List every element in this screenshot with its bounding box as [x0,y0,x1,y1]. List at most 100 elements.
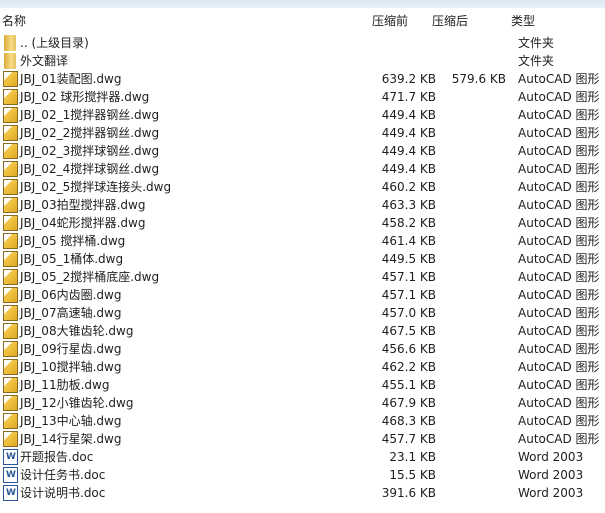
file-type: AutoCAD 图形 [518,234,600,248]
file-name: JBJ_12小锥齿轮.dwg [20,396,134,410]
file-name: JBJ_02_1搅拌器钢丝.dwg [20,108,160,122]
dwg-icon [3,431,18,447]
file-row[interactable]: JBJ_06内齿圈.dwg 457.1 KB AutoCAD 图形 [0,286,605,304]
dwg-icon [3,71,18,87]
size-before: 449.5 KB [381,252,436,266]
size-before: 457.1 KB [381,270,436,284]
file-type: AutoCAD 图形 [518,360,600,374]
dwg-icon [3,323,18,339]
size-before: 457.7 KB [381,432,436,446]
doc-icon [3,485,18,501]
file-row[interactable]: JBJ_13中心轴.dwg 468.3 KB AutoCAD 图形 [0,412,605,430]
file-type: AutoCAD 图形 [518,378,600,392]
file-name: 设计说明书.doc [20,486,106,500]
file-row[interactable]: JBJ_02_5搅拌球连接头.dwg 460.2 KB AutoCAD 图形 [0,178,605,196]
file-row[interactable]: JBJ_04蛇形搅拌器.dwg 458.2 KB AutoCAD 图形 [0,214,605,232]
file-row[interactable]: JBJ_02 球形搅拌器.dwg 471.7 KB AutoCAD 图形 [0,88,605,106]
file-type: AutoCAD 图形 [518,324,600,338]
file-type: 文件夹 [518,36,555,50]
size-before: 15.5 KB [389,468,436,482]
file-name: JBJ_07高速轴.dwg [20,306,122,320]
file-name: JBJ_01装配图.dwg [20,72,122,86]
file-name: JBJ_06内齿圈.dwg [20,288,122,302]
dwg-icon [3,269,18,285]
dwg-icon [3,377,18,393]
file-row[interactable]: JBJ_03拍型搅拌器.dwg 463.3 KB AutoCAD 图形 [0,196,605,214]
file-type: AutoCAD 图形 [518,72,600,86]
column-size-before[interactable]: 压缩前 [372,12,408,29]
size-before: 457.0 KB [381,306,436,320]
size-before: 471.7 KB [381,90,436,104]
size-before: 449.4 KB [381,108,436,122]
dwg-icon [3,359,18,375]
file-row[interactable]: JBJ_08大锥齿轮.dwg 467.5 KB AutoCAD 图形 [0,322,605,340]
file-row[interactable]: JBJ_05_2搅拌桶底座.dwg 457.1 KB AutoCAD 图形 [0,268,605,286]
file-type: AutoCAD 图形 [518,414,600,428]
file-row[interactable]: 外文翻译 文件夹 [0,52,605,70]
file-name: JBJ_11肋板.dwg [20,378,110,392]
file-type: Word 2003 [518,450,584,464]
size-before: 468.3 KB [381,414,436,428]
file-row[interactable]: JBJ_02_2搅拌器钢丝.dwg 449.4 KB AutoCAD 图形 [0,124,605,142]
file-name: JBJ_05_2搅拌桶底座.dwg [20,270,160,284]
size-before: 449.4 KB [381,144,436,158]
file-row[interactable]: 设计说明书.doc 391.6 KB Word 2003 [0,484,605,502]
file-type: AutoCAD 图形 [518,252,600,266]
file-name: JBJ_02 球形搅拌器.dwg [20,90,150,104]
doc-icon [3,467,18,483]
size-before: 455.1 KB [381,378,436,392]
file-name: JBJ_02_4搅拌球钢丝.dwg [20,162,160,176]
file-name: JBJ_10搅拌轴.dwg [20,360,122,374]
file-row[interactable]: JBJ_02_1搅拌器钢丝.dwg 449.4 KB AutoCAD 图形 [0,106,605,124]
size-before: 460.2 KB [381,180,436,194]
file-type: Word 2003 [518,486,584,500]
file-row[interactable]: JBJ_12小锥齿轮.dwg 467.9 KB AutoCAD 图形 [0,394,605,412]
dwg-icon [3,197,18,213]
file-row[interactable]: JBJ_07高速轴.dwg 457.0 KB AutoCAD 图形 [0,304,605,322]
file-row[interactable]: JBJ_10搅拌轴.dwg 462.2 KB AutoCAD 图形 [0,358,605,376]
dwg-icon [3,179,18,195]
column-name[interactable]: 名称 [2,12,26,29]
file-type: AutoCAD 图形 [518,306,600,320]
file-row[interactable]: JBJ_05 搅拌桶.dwg 461.4 KB AutoCAD 图形 [0,232,605,250]
file-type: AutoCAD 图形 [518,162,600,176]
file-row[interactable]: JBJ_09行星齿.dwg 456.6 KB AutoCAD 图形 [0,340,605,358]
file-row[interactable]: JBJ_02_4搅拌球钢丝.dwg 449.4 KB AutoCAD 图形 [0,160,605,178]
file-row[interactable]: 设计任务书.doc 15.5 KB Word 2003 [0,466,605,484]
file-row[interactable]: JBJ_02_3搅拌球钢丝.dwg 449.4 KB AutoCAD 图形 [0,142,605,160]
file-row[interactable]: JBJ_14行星架.dwg 457.7 KB AutoCAD 图形 [0,430,605,448]
dwg-icon [3,341,18,357]
file-name: JBJ_02_2搅拌器钢丝.dwg [20,126,160,140]
dwg-icon [3,125,18,141]
size-after: 579.6 KB [451,72,506,86]
file-type: AutoCAD 图形 [518,270,600,284]
file-name: JBJ_08大锥齿轮.dwg [20,324,134,338]
dwg-icon [3,305,18,321]
file-row[interactable]: JBJ_11肋板.dwg 455.1 KB AutoCAD 图形 [0,376,605,394]
column-header: 名称 压缩前 压缩后 类型 [0,8,605,32]
file-name: JBJ_04蛇形搅拌器.dwg [20,216,146,230]
file-type: AutoCAD 图形 [518,90,600,104]
dwg-icon [3,395,18,411]
file-type: AutoCAD 图形 [518,144,600,158]
size-before: 456.6 KB [381,342,436,356]
column-size-after[interactable]: 压缩后 [432,12,468,29]
size-before: 461.4 KB [381,234,436,248]
column-type[interactable]: 类型 [511,12,535,29]
dwg-icon [3,215,18,231]
dwg-icon [3,89,18,105]
file-name: JBJ_14行星架.dwg [20,432,122,446]
file-row[interactable]: .. (上级目录) 文件夹 [0,34,605,52]
size-before: 462.2 KB [381,360,436,374]
file-row[interactable]: 开题报告.doc 23.1 KB Word 2003 [0,448,605,466]
file-row[interactable]: JBJ_05_1桶体.dwg 449.5 KB AutoCAD 图形 [0,250,605,268]
dwg-icon [3,251,18,267]
folder-icon [4,35,16,51]
file-row[interactable]: JBJ_01装配图.dwg 639.2 KB 579.6 KB AutoCAD 图形 [0,70,605,88]
size-before: 391.6 KB [381,486,436,500]
file-name: JBJ_02_3搅拌球钢丝.dwg [20,144,160,158]
dwg-icon [3,413,18,429]
top-bar [0,0,605,8]
file-type: AutoCAD 图形 [518,108,600,122]
file-type: Word 2003 [518,468,584,482]
